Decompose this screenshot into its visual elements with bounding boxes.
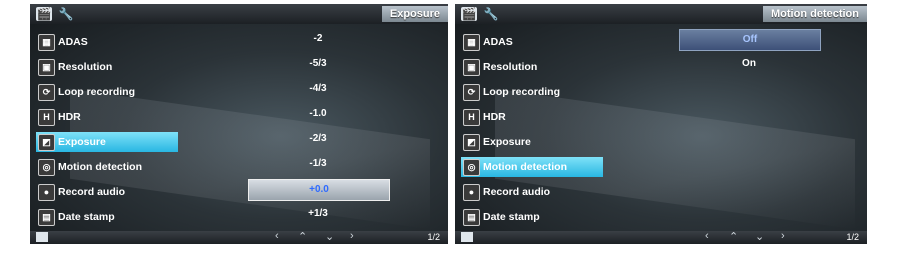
exposure-icon: ◩ — [463, 134, 480, 151]
microphone-icon: ● — [463, 184, 480, 201]
menu-item-label: Motion detection — [483, 161, 567, 173]
resolution-icon: ▣ — [463, 59, 480, 76]
arrow-left-icon[interactable]: ‹ — [275, 230, 279, 242]
resolution-icon: ▣ — [38, 59, 55, 76]
menu-item-label: Exposure — [483, 136, 531, 148]
card-icon — [461, 232, 473, 242]
card-icon — [36, 232, 48, 242]
option-exposure-value-selected[interactable]: +0.0 — [248, 179, 390, 201]
option-off[interactable]: Off — [679, 29, 821, 51]
top-bar: 🎬 🔧 Motion detection — [455, 4, 867, 24]
menu-item-adas[interactable]: ▦ ADAS — [461, 32, 611, 52]
loop-recording-icon: ⟳ — [463, 84, 480, 101]
option-exposure-value[interactable]: -2 — [248, 29, 388, 49]
movie-clapper-icon[interactable]: 🎬 — [36, 7, 52, 21]
menu-item-record-audio[interactable]: ● Record audio — [36, 182, 186, 202]
arrow-up-icon[interactable]: ⌃ — [729, 230, 738, 243]
screen-title: Motion detection — [763, 6, 867, 22]
menu-item-resolution[interactable]: ▣ Resolution — [461, 57, 611, 77]
menu-item-label: HDR — [483, 111, 506, 123]
menu-item-exposure[interactable]: ◩ Exposure — [36, 132, 178, 152]
menu-item-label: HDR — [58, 111, 81, 123]
menu-item-motion-detection[interactable]: ◎ Motion detection — [461, 157, 603, 177]
arrow-down-icon[interactable]: ⌄ — [755, 230, 764, 243]
menu-item-record-audio[interactable]: ● Record audio — [461, 182, 611, 202]
menu-item-hdr[interactable]: H HDR — [36, 107, 186, 127]
date-stamp-icon: ▤ — [463, 209, 480, 226]
loop-recording-icon: ⟳ — [38, 84, 55, 101]
arrow-left-icon[interactable]: ‹ — [705, 230, 709, 242]
menu-item-label: Exposure — [58, 136, 106, 148]
adas-icon: ▦ — [38, 34, 55, 51]
top-bar: 🎬 🔧 Exposure — [30, 4, 448, 24]
movie-clapper-icon[interactable]: 🎬 — [461, 7, 477, 21]
motion-detection-icon: ◎ — [463, 159, 480, 176]
menu-item-loop-recording[interactable]: ⟳ Loop recording — [36, 82, 186, 102]
menu-item-label: Loop recording — [58, 86, 135, 98]
arrow-right-icon[interactable]: › — [781, 230, 785, 242]
menu-item-label: Record audio — [58, 186, 126, 198]
menu-item-loop-recording[interactable]: ⟳ Loop recording — [461, 82, 611, 102]
microphone-icon: ● — [38, 184, 55, 201]
option-exposure-value[interactable]: -1/3 — [248, 154, 388, 174]
option-exposure-value[interactable]: -4/3 — [248, 79, 388, 99]
option-on[interactable]: On — [679, 54, 819, 74]
menu-item-date-stamp[interactable]: ▤ Date stamp — [36, 207, 186, 227]
hdr-icon: H — [38, 109, 55, 126]
wrench-icon[interactable]: 🔧 — [58, 7, 74, 21]
menu-item-label: Resolution — [483, 61, 538, 73]
menu-item-label: Motion detection — [58, 161, 142, 173]
menu-item-label: ADAS — [483, 36, 513, 48]
hdr-icon: H — [463, 109, 480, 126]
bottom-bar: ‹ ⌃ ⌄ › 1/2 — [30, 230, 448, 244]
option-exposure-value[interactable]: -1.0 — [248, 104, 388, 124]
screen-title: Exposure — [381, 6, 448, 22]
exposure-screen: 🎬 🔧 Exposure ▦ ADAS ▣ Resolution ⟳ Loop … — [30, 4, 448, 244]
menu-item-label: Date stamp — [483, 211, 540, 223]
date-stamp-icon: ▤ — [38, 209, 55, 226]
menu-item-label: Resolution — [58, 61, 113, 73]
menu-item-label: Date stamp — [58, 211, 115, 223]
option-exposure-value[interactable]: -5/3 — [248, 54, 388, 74]
menu-item-resolution[interactable]: ▣ Resolution — [36, 57, 186, 77]
adas-icon: ▦ — [463, 34, 480, 51]
menu-item-adas[interactable]: ▦ ADAS — [36, 32, 186, 52]
option-exposure-value[interactable]: -2/3 — [248, 129, 388, 149]
menu-item-exposure[interactable]: ◩ Exposure — [461, 132, 611, 152]
motion-detection-screen: 🎬 🔧 Motion detection ▦ ADAS ▣ Resolution… — [455, 4, 867, 244]
page-indicator: 1/2 — [427, 232, 440, 242]
menu-item-motion-detection[interactable]: ◎ Motion detection — [36, 157, 186, 177]
exposure-icon: ◩ — [38, 134, 55, 151]
menu-item-label: Loop recording — [483, 86, 560, 98]
motion-detection-icon: ◎ — [38, 159, 55, 176]
menu-item-date-stamp[interactable]: ▤ Date stamp — [461, 207, 611, 227]
menu-item-label: Record audio — [483, 186, 551, 198]
arrow-down-icon[interactable]: ⌄ — [325, 230, 334, 243]
page-indicator: 1/2 — [846, 232, 859, 242]
bottom-bar: ‹ ⌃ ⌄ › 1/2 — [455, 230, 867, 244]
menu-item-hdr[interactable]: H HDR — [461, 107, 611, 127]
wrench-icon[interactable]: 🔧 — [483, 7, 499, 21]
arrow-right-icon[interactable]: › — [350, 230, 354, 242]
arrow-up-icon[interactable]: ⌃ — [298, 230, 307, 243]
menu-item-label: ADAS — [58, 36, 88, 48]
option-exposure-value[interactable]: +1/3 — [248, 204, 388, 224]
